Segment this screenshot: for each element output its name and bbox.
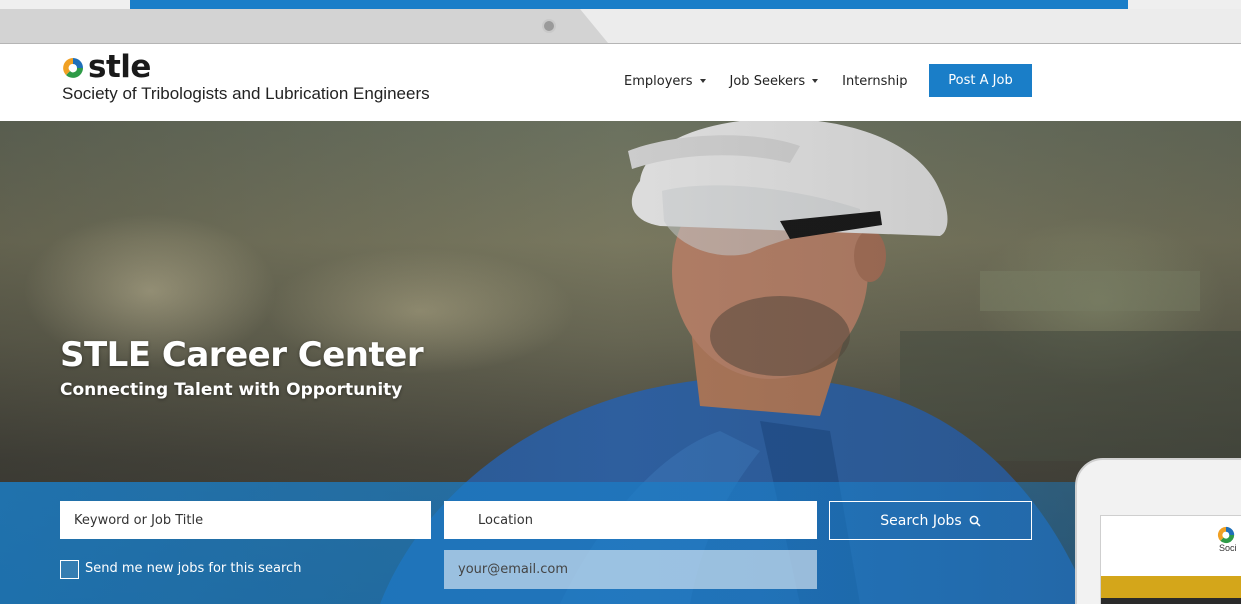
location-input[interactable]: Location bbox=[444, 501, 817, 539]
nav-employers[interactable]: Employers bbox=[624, 74, 706, 89]
caret-down-icon bbox=[812, 79, 819, 83]
site-header: stle Society of Tribologists and Lubrica… bbox=[0, 44, 1241, 121]
device-logo-icon bbox=[1217, 526, 1235, 544]
nav-employers-label: Employers bbox=[624, 73, 693, 89]
nav-internship-label: Internship bbox=[842, 73, 908, 89]
device-screen: Soci bbox=[1100, 515, 1241, 604]
search-jobs-label: Search Jobs bbox=[880, 512, 962, 529]
device-banner bbox=[1101, 576, 1241, 598]
browser-tab-active[interactable] bbox=[130, 0, 1128, 9]
hero-title: STLE Career Center bbox=[60, 335, 424, 375]
nav-internship[interactable]: Internship bbox=[842, 74, 907, 89]
caret-down-icon bbox=[699, 79, 706, 83]
browser-camera-dot-icon bbox=[542, 19, 556, 33]
hero-subtitle: Connecting Talent with Opportunity bbox=[60, 380, 403, 400]
device-mockup: Soci bbox=[1075, 458, 1241, 604]
keyword-placeholder: Keyword or Job Title bbox=[74, 512, 204, 528]
browser-tab-right[interactable] bbox=[1128, 0, 1241, 9]
main-nav: Employers Job Seekers Internship bbox=[624, 64, 932, 98]
job-alert-checkbox[interactable] bbox=[60, 560, 79, 579]
email-placeholder: your@email.com bbox=[458, 562, 568, 577]
nav-job-seekers[interactable]: Job Seekers bbox=[730, 74, 819, 89]
device-logo-text: Soci bbox=[1219, 543, 1237, 553]
logo-mark-icon bbox=[63, 58, 83, 78]
email-input[interactable]: your@email.com bbox=[444, 550, 817, 589]
job-alert-label[interactable]: Send me new jobs for this search bbox=[85, 561, 301, 576]
search-jobs-button[interactable]: Search Jobs bbox=[829, 501, 1032, 540]
logo-wordmark: stle bbox=[88, 49, 151, 85]
nav-job-seekers-label: Job Seekers bbox=[729, 73, 806, 89]
browser-toolbar-right bbox=[580, 9, 1241, 43]
browser-chrome bbox=[0, 0, 1241, 44]
keyword-input[interactable]: Keyword or Job Title bbox=[60, 501, 431, 539]
browser-tab-left[interactable] bbox=[0, 0, 130, 9]
device-hero bbox=[1101, 598, 1241, 604]
post-a-job-button[interactable]: Post A Job bbox=[929, 64, 1032, 97]
logo-subtitle: Society of Tribologists and Lubrication … bbox=[62, 84, 430, 103]
search-icon bbox=[969, 515, 981, 527]
location-placeholder: Location bbox=[478, 512, 533, 528]
